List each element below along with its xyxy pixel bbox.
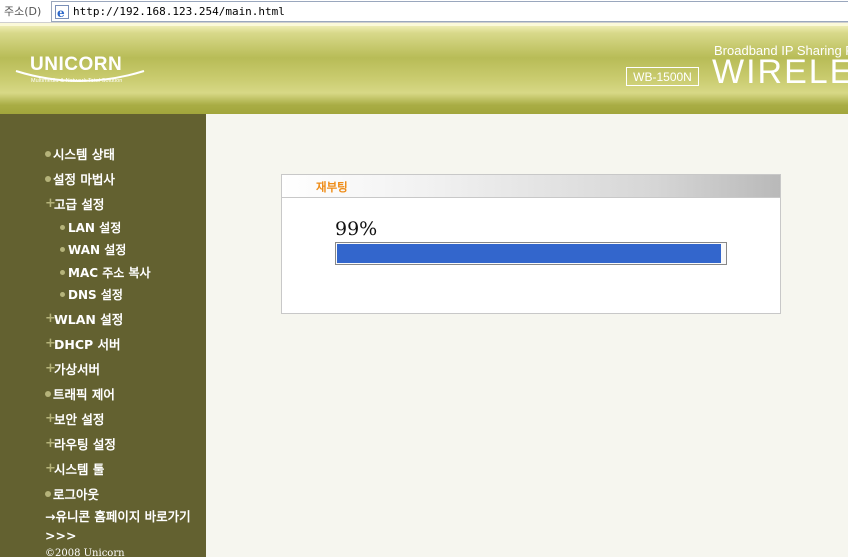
header-product-name: WIRELE: [712, 53, 848, 91]
bullet-icon: [45, 150, 51, 157]
sidebar-item-label: 가상서버: [54, 362, 101, 377]
logo-text: UNICORN: [30, 54, 122, 75]
plus-icon: +: [45, 460, 56, 476]
logo-subtitle: Multimedia & Network Total Solution: [31, 78, 123, 84]
address-label: 주소(D): [4, 5, 42, 18]
sidebar-item[interactable]: + 라우팅 설정: [45, 434, 116, 453]
sidebar-item-label: 설정 마법사: [53, 172, 115, 187]
sidebar-item[interactable]: LAN 설정: [60, 219, 121, 236]
sidebar-item[interactable]: DNS 설정: [60, 286, 123, 303]
sidebar-item-label: MAC 주소 복사: [68, 266, 151, 280]
bullet-icon: [45, 490, 51, 497]
progress-bar: [335, 242, 727, 265]
plus-icon: +: [45, 410, 56, 426]
ie-page-icon: e: [55, 4, 69, 19]
sidebar-item[interactable]: + 고급 설정: [45, 194, 104, 213]
sidebar-item[interactable]: 트래픽 제어: [45, 384, 115, 403]
bullet-icon: [60, 225, 65, 230]
address-bar: 주소(D) e http://192.168.123.254/main.html: [0, 0, 848, 23]
sidebar-item-label: WLAN 설정: [54, 312, 124, 327]
sidebar-item-label: 로그아웃: [53, 487, 100, 502]
bullet-icon: [45, 390, 51, 397]
sidebar-item[interactable]: WAN 설정: [60, 241, 126, 258]
reboot-panel: 재부팅 99%: [281, 174, 781, 314]
bullet-icon: [60, 270, 65, 275]
plus-icon: +: [45, 195, 56, 211]
bullet-icon: [60, 247, 65, 252]
sidebar-item[interactable]: + 보안 설정: [45, 409, 104, 428]
sidebar-item[interactable]: + WLAN 설정: [45, 309, 123, 328]
sidebar-item[interactable]: MAC 주소 복사: [60, 264, 151, 281]
progress-percent: 99%: [335, 218, 378, 240]
sidebar-item-label: 라우팅 설정: [54, 437, 116, 452]
router-header: UNICORN Multimedia & Network Total Solut…: [0, 23, 848, 114]
main-content: 재부팅 99%: [206, 114, 848, 557]
sidebar-item-label: DHCP 서버: [54, 337, 121, 352]
address-url: http://192.168.123.254/main.html: [73, 5, 285, 18]
plus-icon: +: [45, 435, 56, 451]
sidebar-item[interactable]: 시스템 상태: [45, 144, 115, 163]
sidebar-item[interactable]: 로그아웃: [45, 484, 99, 503]
copyright: ©2008 Unicorn: [45, 548, 125, 557]
sidebar-item-label: WAN 설정: [68, 243, 127, 257]
sidebar-item-label: 시스템 상태: [53, 147, 115, 162]
sidebar-item-label: 시스템 툴: [54, 462, 105, 477]
sidebar-item-label: 고급 설정: [54, 197, 105, 212]
sidebar-item-label: 트래픽 제어: [53, 387, 115, 402]
model-badge: WB-1500N: [626, 67, 699, 86]
sidebar-item-label: DNS 설정: [68, 288, 123, 302]
sidebar-item-label: LAN 설정: [68, 221, 122, 235]
plus-icon: +: [45, 310, 56, 326]
address-input[interactable]: e http://192.168.123.254/main.html: [51, 1, 848, 22]
bullet-icon: [60, 292, 65, 297]
sidebar-item[interactable]: 설정 마법사: [45, 169, 115, 188]
sidebar-item[interactable]: + 시스템 툴: [45, 459, 104, 478]
bullet-icon: [45, 175, 51, 182]
sidebar-item[interactable]: + 가상서버: [45, 359, 100, 378]
sidebar-menu: 시스템 상태 설정 마법사 + 고급 설정 LAN 설정 WAN 설정 MAC 주소 복사 D…: [0, 114, 206, 557]
sidebar-item[interactable]: + DHCP 서버: [45, 334, 121, 353]
sidebar-item-label: 보안 설정: [54, 412, 105, 427]
plus-icon: +: [45, 335, 56, 351]
plus-icon: +: [45, 360, 56, 376]
progress-bar-fill: [337, 244, 722, 263]
reboot-title: 재부팅: [316, 180, 348, 194]
unicorn-home-link[interactable]: →유니콘 홈페이지 바로가기>>>: [45, 507, 195, 545]
svg-text:e: e: [57, 6, 65, 19]
reboot-panel-header: 재부팅: [282, 175, 780, 198]
